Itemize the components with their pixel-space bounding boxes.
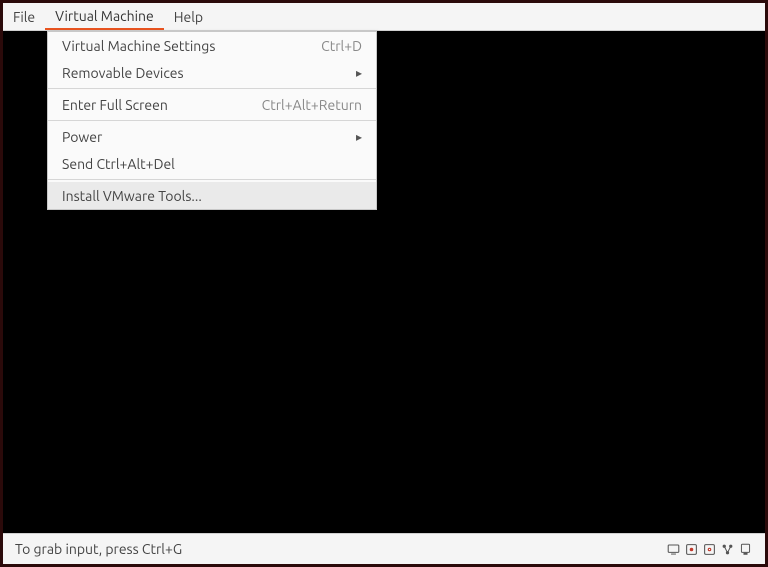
menu-vm-label: Virtual Machine xyxy=(55,8,154,24)
menu-help[interactable]: Help xyxy=(164,3,213,30)
status-text: To grab input, press Ctrl+G xyxy=(15,541,666,557)
menu-item-label: Removable Devices xyxy=(62,65,348,81)
vm-window: File Virtual Machine Help Virtual Machin… xyxy=(3,3,765,564)
chevron-right-icon: ▸ xyxy=(356,66,362,80)
menu-item-label: Install VMware Tools... xyxy=(62,188,362,204)
menu-item-vm-settings[interactable]: Virtual Machine Settings Ctrl+D xyxy=(48,32,376,59)
monitor-icon[interactable] xyxy=(666,542,681,557)
menu-item-power[interactable]: Power ▸ xyxy=(48,123,376,150)
menu-item-install-vmware-tools[interactable]: Install VMware Tools... xyxy=(48,182,376,209)
menu-virtual-machine[interactable]: Virtual Machine xyxy=(45,3,164,30)
chevron-right-icon: ▸ xyxy=(356,130,362,144)
hard-disk-icon[interactable] xyxy=(684,542,699,557)
menu-item-label: Enter Full Screen xyxy=(62,97,262,113)
virtual-machine-dropdown: Virtual Machine Settings Ctrl+D Removabl… xyxy=(47,31,377,210)
menubar: File Virtual Machine Help xyxy=(3,3,765,31)
menu-separator xyxy=(48,88,376,89)
menu-help-label: Help xyxy=(174,9,203,25)
menu-separator xyxy=(48,179,376,180)
menu-item-label: Virtual Machine Settings xyxy=(62,38,321,54)
menu-item-label: Power xyxy=(62,129,348,145)
status-icons xyxy=(666,542,753,557)
menu-item-enter-full-screen[interactable]: Enter Full Screen Ctrl+Alt+Return xyxy=(48,91,376,118)
network-adapter-icon[interactable] xyxy=(720,542,735,557)
sound-card-icon[interactable] xyxy=(738,542,753,557)
statusbar: To grab input, press Ctrl+G xyxy=(3,533,765,564)
menu-file[interactable]: File xyxy=(3,3,45,30)
menu-item-label: Send Ctrl+Alt+Del xyxy=(62,156,362,172)
menu-item-accelerator: Ctrl+D xyxy=(321,38,362,54)
menu-item-send-ctrl-alt-del[interactable]: Send Ctrl+Alt+Del xyxy=(48,150,376,177)
menu-file-label: File xyxy=(13,9,35,25)
menu-item-removable-devices[interactable]: Removable Devices ▸ xyxy=(48,59,376,86)
menu-separator xyxy=(48,120,376,121)
cd-dvd-icon[interactable] xyxy=(702,542,717,557)
menu-item-accelerator: Ctrl+Alt+Return xyxy=(262,97,362,113)
